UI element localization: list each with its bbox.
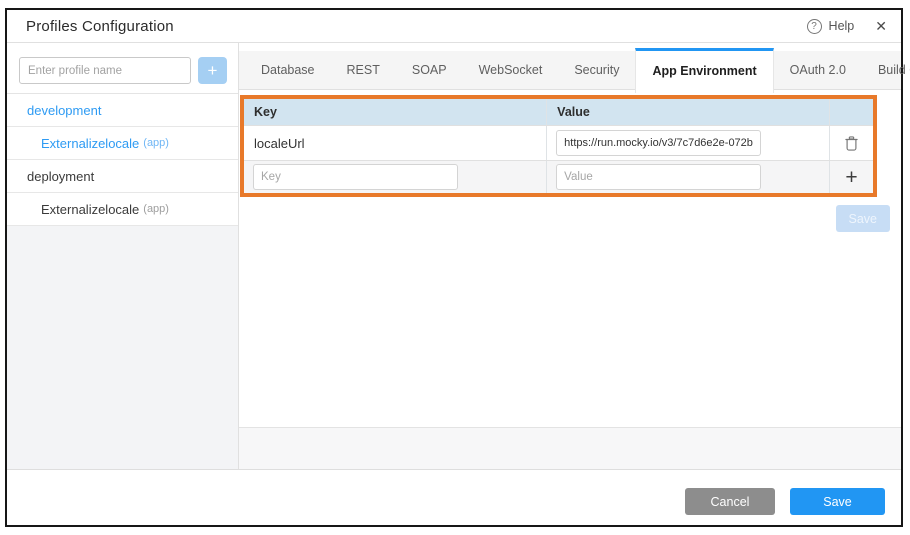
env-value-input[interactable] [556, 130, 761, 156]
table-row: localeUrl [244, 125, 873, 160]
delete-row-button[interactable] [845, 136, 858, 151]
app-label: Externalizelocale [41, 202, 139, 217]
new-row: + [244, 160, 873, 193]
plus-icon: + [845, 167, 857, 188]
cancel-button[interactable]: Cancel [685, 488, 775, 515]
tab-app-environment[interactable]: App Environment [635, 48, 773, 93]
profile-label: development [27, 103, 101, 118]
actions-column-header [830, 99, 873, 125]
sidebar-item-externalizelocale-development[interactable]: Externalizelocale (app) [7, 127, 238, 160]
help-button[interactable]: Help [829, 19, 855, 33]
tab-websocket[interactable]: WebSocket [463, 51, 559, 90]
dialog-header: Profiles Configuration ? Help ✕ [7, 10, 901, 43]
key-column-header: Key [244, 105, 277, 119]
header-actions: ? Help ✕ [807, 18, 887, 35]
close-icon[interactable]: ✕ [875, 18, 887, 35]
save-button[interactable]: Save [790, 488, 885, 515]
tab-oauth[interactable]: OAuth 2.0 [774, 51, 862, 90]
add-row-button[interactable]: + [845, 167, 857, 188]
panel-save-row: Save [239, 205, 890, 232]
new-key-input[interactable] [253, 164, 458, 190]
profile-name-input[interactable] [19, 57, 191, 84]
page-title: Profiles Configuration [26, 18, 174, 35]
app-label: Externalizelocale [41, 136, 139, 151]
panel-bottom-strip [239, 427, 901, 469]
tab-soap[interactable]: SOAP [396, 51, 463, 90]
env-variables-table: Key Value localeUrl [244, 99, 873, 193]
new-value-input[interactable] [556, 164, 761, 190]
env-key-label: localeUrl [244, 136, 305, 151]
profile-list: development Externalizelocale (app) depl… [7, 93, 238, 226]
tab-bar: Database REST SOAP WebSocket Security Ap… [239, 51, 901, 90]
dialog-footer: Cancel Save [7, 469, 901, 525]
app-suffix: (app) [143, 203, 169, 215]
highlight-annotation-box: Key Value localeUrl [240, 95, 877, 197]
main-panel: Database REST SOAP WebSocket Security Ap… [239, 43, 901, 469]
tabbar-gap [239, 43, 901, 51]
value-column-header: Value [547, 105, 590, 119]
tab-security[interactable]: Security [558, 51, 635, 90]
tab-database[interactable]: Database [245, 51, 331, 90]
profile-label: deployment [27, 169, 94, 184]
app-environment-panel: Key Value localeUrl [239, 90, 901, 427]
sidebar-item-deployment[interactable]: deployment [7, 160, 238, 193]
help-icon[interactable]: ? [807, 19, 822, 34]
table-header-row: Key Value [244, 99, 873, 125]
profiles-sidebar: + development Externalizelocale (app) de… [7, 43, 239, 469]
sidebar-empty-area [7, 226, 238, 469]
trash-icon [845, 136, 858, 151]
tab-rest[interactable]: REST [331, 51, 396, 90]
sidebar-item-development[interactable]: development [7, 94, 238, 127]
app-suffix: (app) [143, 137, 169, 149]
panel-save-button[interactable]: Save [836, 205, 891, 232]
add-profile-button[interactable]: + [198, 57, 227, 84]
dialog-body: + development Externalizelocale (app) de… [7, 43, 901, 469]
add-profile-row: + [7, 43, 238, 93]
tab-build-options[interactable]: Build Options [862, 51, 910, 90]
plus-icon: + [208, 61, 218, 80]
profiles-configuration-dialog: Profiles Configuration ? Help ✕ + develo… [5, 8, 903, 527]
sidebar-item-externalizelocale-deployment[interactable]: Externalizelocale (app) [7, 193, 238, 226]
